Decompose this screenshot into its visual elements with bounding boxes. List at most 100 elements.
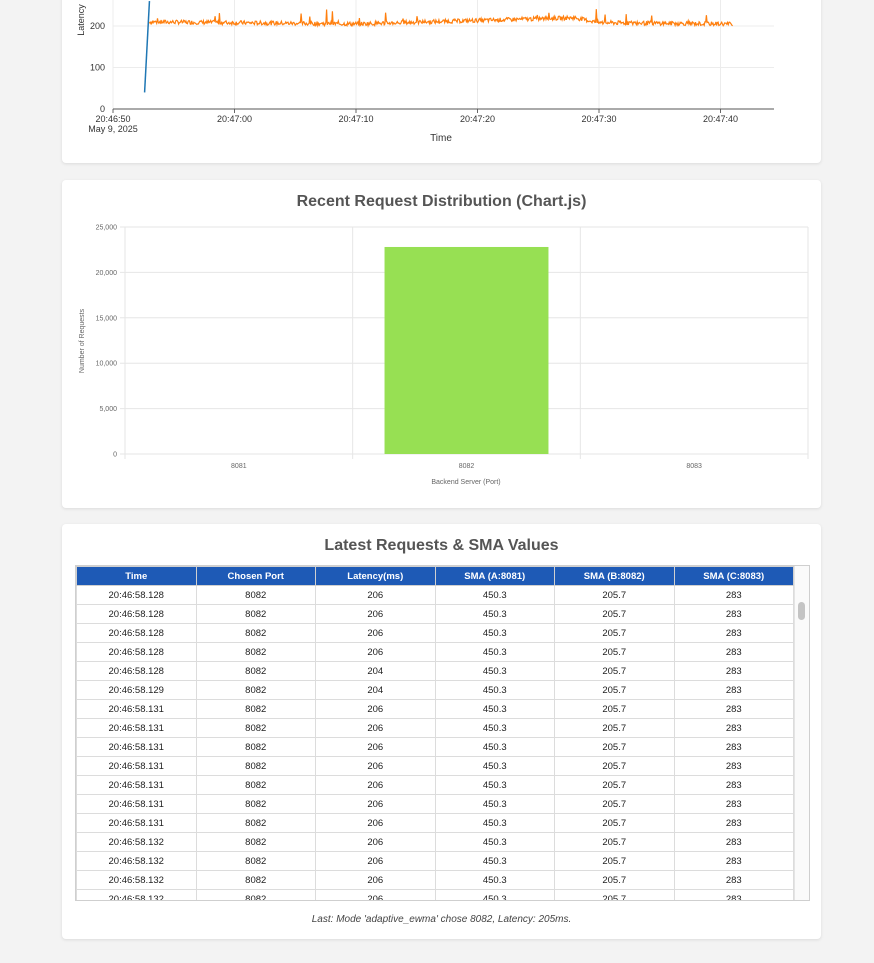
bar-y-tick-label: 10,000 bbox=[96, 361, 118, 368]
table-row: 20:46:58.129 8082 204 450.3 205.7 283 bbox=[76, 680, 794, 700]
table-cell: 20:46:58.131 bbox=[76, 794, 197, 814]
table-cell: 8082 bbox=[195, 642, 316, 662]
table-cell: 450.3 bbox=[434, 623, 555, 643]
table-cell: 8082 bbox=[195, 889, 316, 900]
table-cell: 8082 bbox=[195, 604, 316, 624]
table-row: 20:46:58.131 8082 206 450.3 205.7 283 bbox=[76, 699, 794, 719]
table-cell: 205.7 bbox=[554, 756, 675, 776]
table-cell: 8082 bbox=[195, 680, 316, 700]
table-cell: 205.7 bbox=[554, 661, 675, 681]
table-cell: 20:46:58.131 bbox=[76, 718, 197, 738]
table-cell: 205.7 bbox=[554, 832, 675, 852]
latency-x-tick-label: 20:46:50 bbox=[95, 114, 130, 124]
table-cell: 20:46:58.128 bbox=[76, 604, 197, 624]
table-row: 20:46:58.132 8082 206 450.3 205.7 283 bbox=[76, 851, 794, 871]
table-cell: 450.3 bbox=[434, 775, 555, 795]
latency-y-tick-label: 200 bbox=[90, 21, 105, 31]
table-cell: 450.3 bbox=[434, 699, 555, 719]
requests-table-scroll-area[interactable]: Time Chosen Port Latency(ms) SMA (A:8081) SM… bbox=[75, 565, 810, 901]
table-cell: 204 bbox=[315, 661, 436, 681]
latency-x-tick-label: 20:47:10 bbox=[338, 114, 373, 124]
table-cell: 205.7 bbox=[554, 794, 675, 814]
table-cell: 206 bbox=[315, 737, 436, 757]
table-cell: 283 bbox=[673, 851, 794, 871]
latency-axes: 0 100 200 20:46:50May 9, 2025 20:47:00 20:47:… bbox=[88, 21, 774, 134]
table-cell: 283 bbox=[673, 604, 794, 624]
table-cell: 283 bbox=[673, 585, 794, 605]
table-row: 20:46:58.132 8082 206 450.3 205.7 283 bbox=[76, 832, 794, 852]
latency-series-group bbox=[143, 1, 733, 93]
table-cell: 206 bbox=[315, 775, 436, 795]
distribution-chart-card: Recent Request Distribution (Chart.js) 0… bbox=[62, 180, 821, 508]
table-cell: 206 bbox=[315, 813, 436, 833]
table-row: 20:46:58.131 8082 206 450.3 205.7 283 bbox=[76, 737, 794, 757]
table-cell: 8082 bbox=[195, 775, 316, 795]
bar-x-axis-label: Backend Server (Port) bbox=[431, 479, 500, 486]
latency-series-blue bbox=[143, 1, 151, 93]
bar-y-axis-label: Number of Requests bbox=[79, 308, 86, 373]
table-cell: 20:46:58.132 bbox=[76, 889, 197, 900]
table-row: 20:46:58.132 8082 206 450.3 205.7 283 bbox=[76, 870, 794, 890]
table-cell: 450.3 bbox=[434, 680, 555, 700]
table-cell: 205.7 bbox=[554, 813, 675, 833]
bar-y-tick-label: 15,000 bbox=[96, 315, 118, 322]
latency-grid bbox=[112, 0, 774, 110]
table-cell: 206 bbox=[315, 832, 436, 852]
table-cell: 206 bbox=[315, 794, 436, 814]
bar-y-tick-label: 5,000 bbox=[99, 406, 117, 413]
table-cell: 206 bbox=[315, 585, 436, 605]
table-cell: 8082 bbox=[195, 699, 316, 719]
latency-y-tick-label: 0 bbox=[100, 104, 105, 114]
table-cell: 450.3 bbox=[434, 718, 555, 738]
table-row: 20:46:58.128 8082 206 450.3 205.7 283 bbox=[76, 642, 794, 662]
table-cell: 283 bbox=[673, 756, 794, 776]
table-cell: 20:46:58.131 bbox=[76, 699, 197, 719]
distribution-chart: 0 5,000 10,000 15,000 20,000 25,000 8081 8082 80… bbox=[79, 225, 809, 486]
table-cell: 450.3 bbox=[434, 889, 555, 900]
table-cell: 206 bbox=[315, 604, 436, 624]
table-cell: 20:46:58.132 bbox=[76, 870, 197, 890]
table-cell: 450.3 bbox=[434, 794, 555, 814]
table-header-cell: Chosen Port bbox=[195, 566, 316, 586]
requests-table-title: Latest Requests & SMA Values bbox=[324, 537, 559, 554]
table-cell: 283 bbox=[673, 889, 794, 900]
table-header-cell: Latency(ms) bbox=[315, 566, 436, 586]
table-body: 20:46:58.128 8082 206 450.3 205.7 283 20:46:58… bbox=[76, 585, 794, 900]
table-cell: 8082 bbox=[195, 585, 316, 605]
requests-table: Time Chosen Port Latency(ms) SMA (A:8081) SM… bbox=[76, 566, 794, 900]
table-scrollbar[interactable] bbox=[794, 566, 809, 900]
table-scrollbar-thumb[interactable] bbox=[798, 602, 805, 620]
bar-y-tick-label: 0 bbox=[113, 452, 117, 459]
table-cell: 283 bbox=[673, 832, 794, 852]
table-cell: 205.7 bbox=[554, 889, 675, 900]
table-cell: 8082 bbox=[195, 870, 316, 890]
table-cell: 206 bbox=[315, 699, 436, 719]
table-cell: 205.7 bbox=[554, 604, 675, 624]
table-cell: 20:46:58.131 bbox=[76, 813, 197, 833]
table-row: 20:46:58.132 8082 206 450.3 205.7 283 bbox=[76, 889, 794, 900]
table-cell: 206 bbox=[315, 870, 436, 890]
table-cell: 450.3 bbox=[434, 585, 555, 605]
table-cell: 283 bbox=[673, 794, 794, 814]
bar-x-tick-label: 8083 bbox=[686, 463, 702, 470]
table-cell: 206 bbox=[315, 642, 436, 662]
table-cell: 283 bbox=[673, 870, 794, 890]
latency-x-tick-label: 20:47:30 bbox=[581, 114, 616, 124]
table-cell: 450.3 bbox=[434, 756, 555, 776]
table-cell: 8082 bbox=[195, 794, 316, 814]
bar-x-tick-label: 8081 bbox=[231, 463, 247, 470]
latency-series-orange bbox=[148, 9, 733, 28]
table-cell: 450.3 bbox=[434, 832, 555, 852]
bar-y-tick-label: 25,000 bbox=[96, 225, 118, 232]
table-cell: 283 bbox=[673, 680, 794, 700]
table-cell: 450.3 bbox=[434, 851, 555, 871]
table-cell: 205.7 bbox=[554, 718, 675, 738]
bar-y-tick-label: 20,000 bbox=[96, 270, 118, 277]
table-row: 20:46:58.131 8082 206 450.3 205.7 283 bbox=[76, 775, 794, 795]
table-cell: 20:46:58.131 bbox=[76, 737, 197, 757]
table-cell: 205.7 bbox=[554, 851, 675, 871]
table-cell: 450.3 bbox=[434, 737, 555, 757]
table-cell: 283 bbox=[673, 623, 794, 643]
table-cell: 206 bbox=[315, 718, 436, 738]
latency-y-tick-label: 100 bbox=[90, 63, 105, 73]
